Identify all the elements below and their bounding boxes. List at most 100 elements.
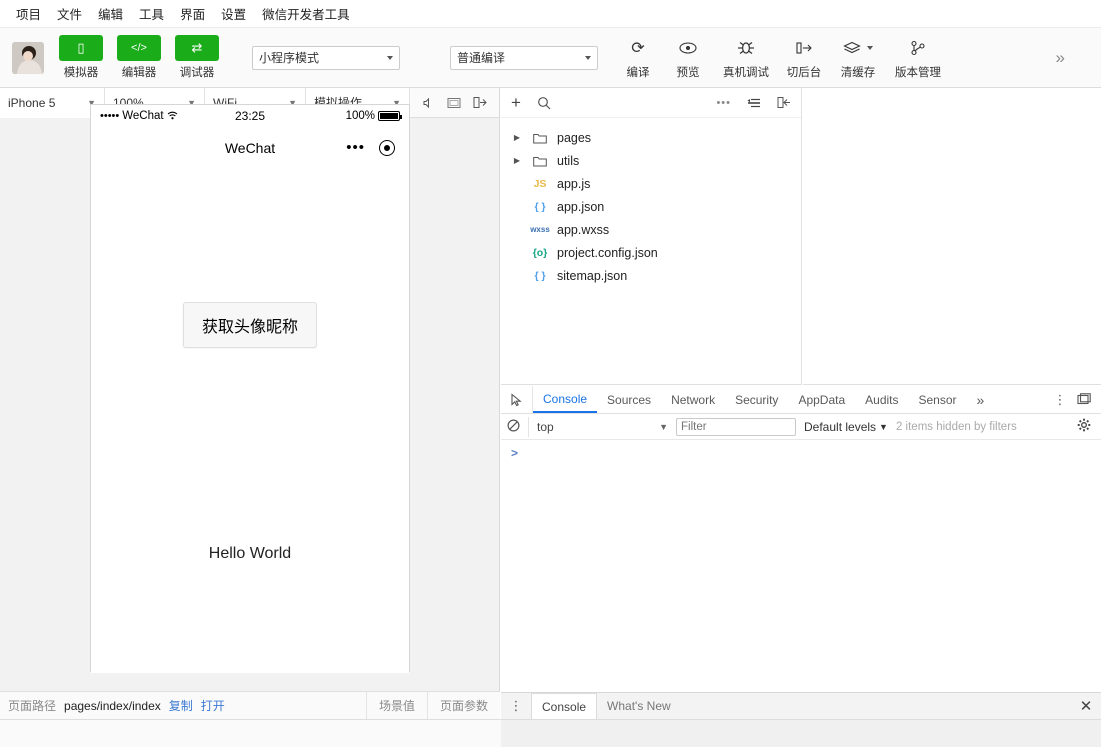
tree-item-label: app.json [557, 199, 605, 214]
wechat-devtools-window: 项目 文件 编辑 工具 界面 设置 微信开发者工具 ▯ 模拟器 </> 编辑器 … [0, 0, 1101, 747]
more-icon[interactable]: ••• [716, 97, 731, 109]
kebab-menu-icon[interactable]: ⋮ [1049, 387, 1071, 413]
toolbar-overflow-button[interactable]: » [1056, 48, 1093, 68]
open-path-link[interactable]: 打开 [201, 697, 225, 714]
tab-console[interactable]: Console [533, 386, 598, 413]
console-levels-label: Default levels [804, 419, 877, 434]
js-file-icon: JS [533, 177, 547, 190]
compile-button[interactable]: ⟳ 编译 [614, 35, 662, 80]
scene-value-tab[interactable]: 场景值 [365, 691, 427, 720]
tab-appdata[interactable]: AppData [788, 386, 855, 413]
console-filter-input[interactable] [676, 417, 796, 436]
chevron-down-icon [867, 46, 873, 50]
tree-item-utils[interactable]: ▶ utils [501, 149, 801, 172]
sort-icon[interactable] [747, 97, 761, 109]
more-dots-icon[interactable]: ••• [346, 140, 365, 155]
carrier-label: WeChat [122, 110, 164, 122]
menu-item-edit[interactable]: 编辑 [90, 1, 131, 26]
drawer-menu-icon[interactable]: ⋮ [501, 693, 531, 719]
clear-console-icon[interactable] [507, 418, 520, 435]
simulator-bottom-strip [0, 719, 501, 747]
folder-icon [529, 155, 551, 167]
avatar[interactable] [12, 41, 44, 74]
tree-item-label: sitemap.json [557, 268, 628, 283]
debugger-toggle-button[interactable]: ⇄ 调试器 [168, 35, 226, 80]
menu-item-tools[interactable]: 工具 [131, 1, 172, 26]
tree-item-app-wxss[interactable]: wxss app.wxss [501, 218, 801, 241]
phone-status-bar: ••••• WeChat 23:25 100% [91, 105, 409, 127]
mini-program-body: 获取头像昵称 Hello World [91, 169, 409, 673]
console-levels-select[interactable]: Default levels ▼ [804, 420, 888, 434]
version-management-button[interactable]: 版本管理 [886, 35, 950, 80]
refresh-icon: ⟳ [631, 40, 645, 57]
tab-sources[interactable]: Sources [597, 386, 661, 413]
console-filter-bar: top ▼ Default levels ▼ 2 items hidden by… [501, 414, 1101, 440]
device-select-value: iPhone 5 [8, 95, 56, 110]
tree-item-project-config-json[interactable]: {o} project.config.json [501, 241, 801, 264]
tab-audits[interactable]: Audits [855, 386, 908, 413]
simulator-toggle-label: 模拟器 [63, 67, 99, 79]
menu-item-wechat-devtools[interactable]: 微信开发者工具 [254, 1, 358, 26]
menu-item-file[interactable]: 文件 [49, 1, 90, 26]
chevron-right-icon[interactable]: ▶ [511, 156, 523, 165]
real-device-debug-button[interactable]: 真机调试 [714, 35, 778, 80]
editor-toggle-label: 编辑器 [121, 67, 157, 79]
devtools-pane: Console Sources Network Security AppData… [501, 386, 1101, 691]
inspect-element-icon[interactable] [501, 386, 533, 413]
console-output-area[interactable]: > [501, 440, 1101, 687]
drawer-tab-whats-new[interactable]: What's New [597, 693, 681, 719]
eye-icon [666, 35, 710, 61]
get-avatar-nickname-button[interactable]: 获取头像昵称 [182, 302, 318, 348]
devtools-drawer: ⋮ Console What's New ✕ [501, 692, 1101, 747]
collapse-panel-icon[interactable] [777, 96, 791, 109]
close-icon[interactable]: ✕ [1071, 693, 1101, 719]
gear-icon[interactable] [1077, 418, 1095, 435]
preview-button[interactable]: 预览 [662, 35, 714, 80]
mode-select[interactable]: 小程序模式 [252, 45, 400, 70]
drawer-tab-console[interactable]: Console [531, 693, 598, 719]
console-context-select[interactable]: top ▼ [528, 416, 668, 437]
tab-sensor[interactable]: Sensor [909, 386, 967, 413]
switch-background-label: 切后台 [786, 67, 822, 79]
tab-network[interactable]: Network [661, 386, 725, 413]
switch-background-button[interactable]: 切后台 [778, 35, 830, 80]
tree-item-pages[interactable]: ▶ pages [501, 126, 801, 149]
bug-icon [724, 35, 768, 61]
tree-item-app-json[interactable]: { } app.json [501, 195, 801, 218]
window-icon[interactable] [442, 92, 466, 114]
console-hidden-items-message: 2 items hidden by filters [895, 420, 1017, 433]
dock-side-icon[interactable] [1073, 387, 1095, 413]
page-path-value: pages/index/index [64, 698, 161, 713]
battery-percent: 100% [345, 110, 375, 122]
file-explorer-pane: + ••• ▶ pages ▶ utils JS app.js {} app.… [501, 88, 802, 385]
clear-cache-button[interactable]: 清缓存 [830, 35, 886, 80]
battery-icon [378, 111, 402, 121]
target-icon[interactable] [379, 140, 395, 156]
compile-select-value: 普通编译 [457, 51, 506, 65]
chevron-right-icon[interactable]: ▶ [511, 133, 523, 142]
collapse-right-icon[interactable] [468, 92, 492, 114]
compile-select[interactable]: 普通编译 [450, 45, 598, 70]
menu-item-settings[interactable]: 设置 [213, 1, 254, 26]
menu-item-interface[interactable]: 界面 [172, 1, 213, 26]
simulator-toggle-button[interactable]: ▯ 模拟器 [52, 35, 110, 80]
mute-icon[interactable] [416, 92, 440, 114]
simulator-icon-group [410, 92, 492, 114]
menu-item-project[interactable]: 项目 [8, 1, 49, 26]
to-background-icon [782, 35, 826, 61]
tab-security[interactable]: Security [725, 386, 788, 413]
drawer-content [501, 720, 1101, 747]
tab-overflow[interactable]: » [967, 386, 995, 413]
editor-toggle-button[interactable]: </> 编辑器 [110, 35, 168, 80]
tree-item-app-js[interactable]: JS app.js [501, 172, 801, 195]
phone-time: 23:25 [234, 109, 266, 123]
copy-path-link[interactable]: 复制 [169, 697, 193, 714]
real-device-debug-label: 真机调试 [723, 67, 769, 79]
tree-item-sitemap-json[interactable]: { } sitemap.json [501, 264, 801, 287]
search-icon[interactable] [537, 96, 551, 110]
file-explorer-toolbar: + ••• [501, 88, 801, 118]
add-file-icon[interactable]: + [511, 93, 521, 113]
wxss-file-icon: wxss [530, 225, 550, 234]
json-file-icon: { } [534, 269, 546, 282]
page-params-tab[interactable]: 页面参数 [426, 691, 500, 720]
